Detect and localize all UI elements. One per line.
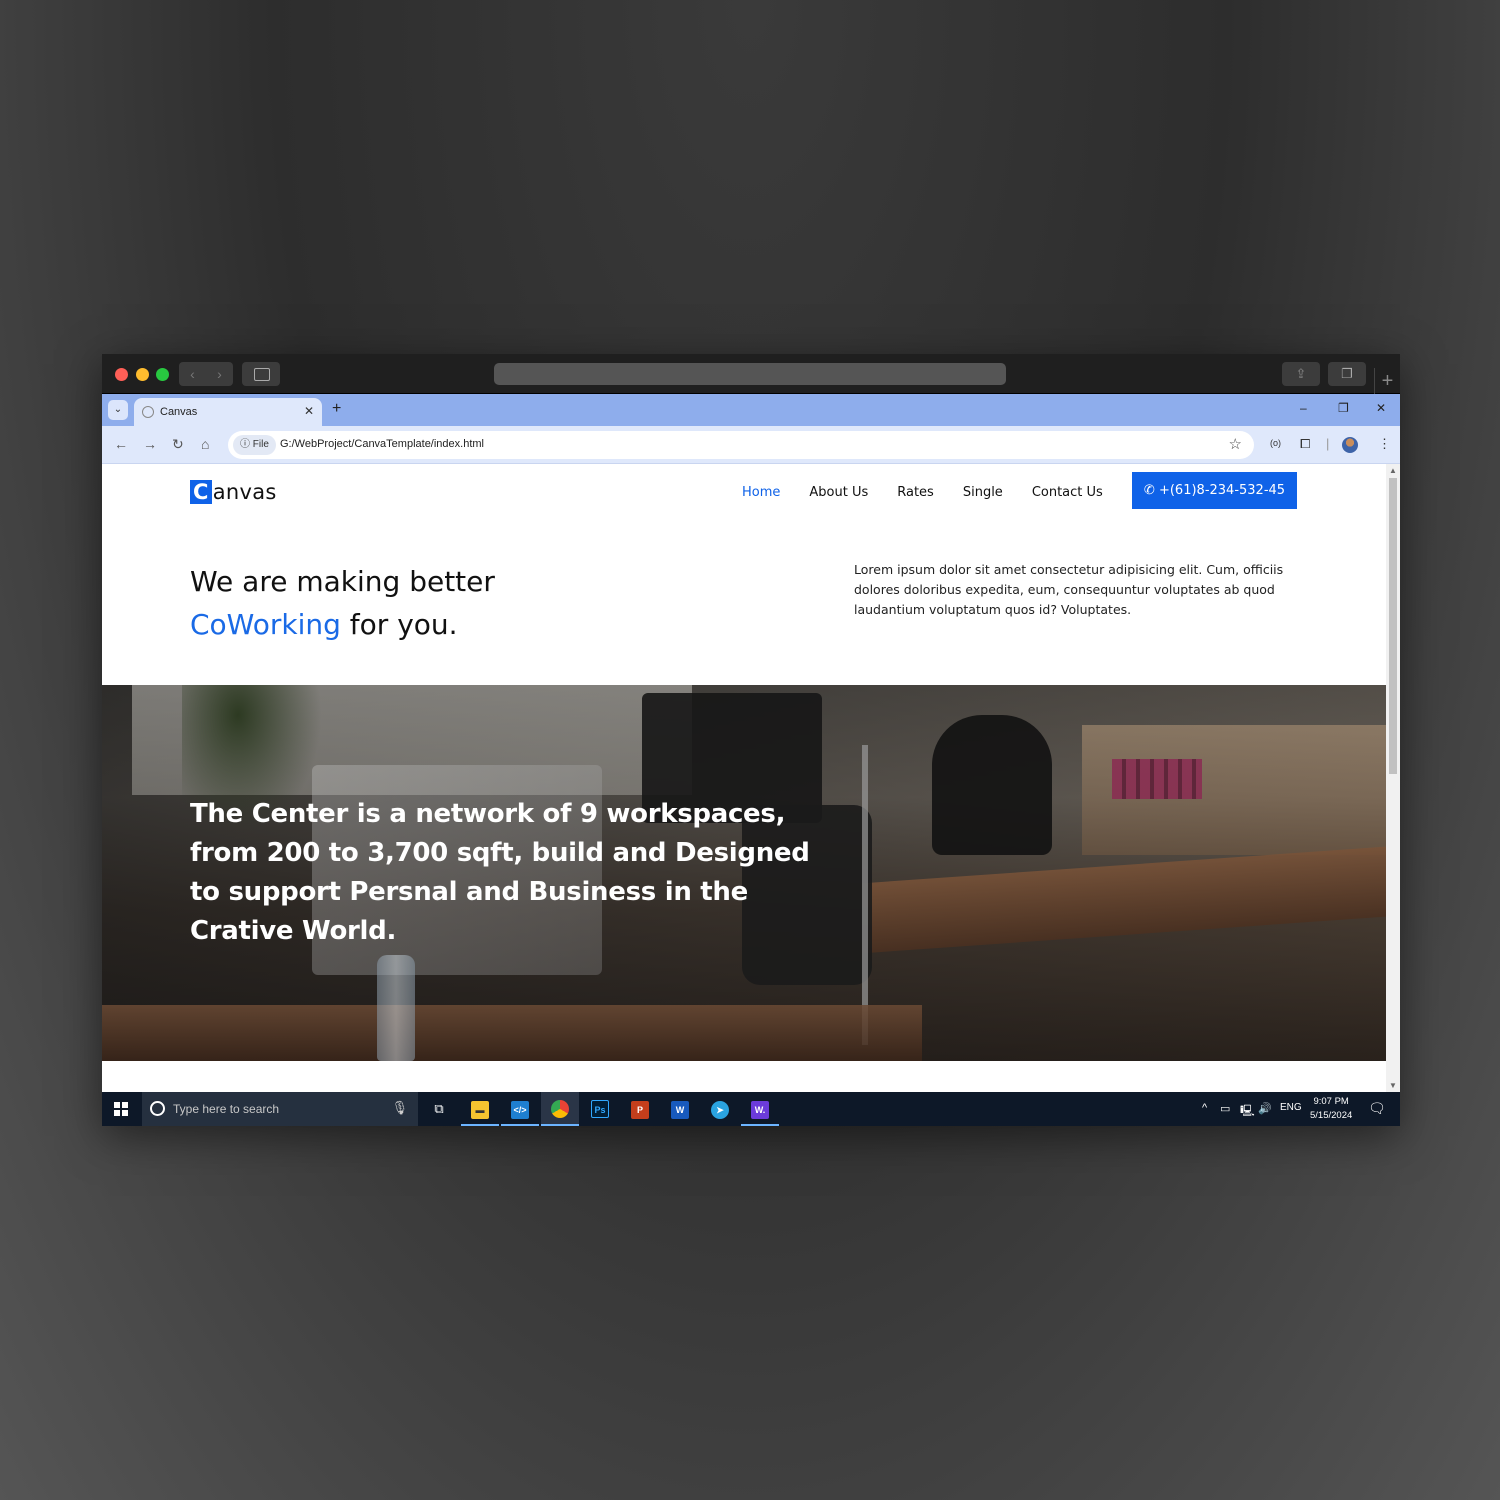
url-text[interactable]: G:/WebProject/CanvaTemplate/index.html	[280, 438, 484, 450]
share-icon[interactable]: ⇪	[1282, 362, 1320, 386]
taskbar-clock[interactable]: 9:07 PM 5/15/2024	[1310, 1095, 1352, 1123]
minimize-window-icon[interactable]	[136, 368, 149, 381]
banner-desk-right	[862, 846, 1386, 954]
powerpoint-icon[interactable]: P	[621, 1092, 659, 1126]
windows-start-icon[interactable]	[114, 1102, 128, 1116]
chrome-tab-strip: ⌄ Canvas ✕ + – ❐ ✕	[102, 394, 1400, 426]
menu-kebab-icon[interactable]: ⋮	[1378, 436, 1391, 452]
hero-line1: We are making better	[190, 565, 495, 598]
mac-toolbar: ‹ › ⇪ ❐ +	[102, 354, 1400, 394]
new-tab-plus-icon[interactable]: +	[332, 400, 341, 418]
extensions-icon[interactable]: ⧠	[1300, 436, 1310, 452]
nav-single[interactable]: Single	[963, 485, 1003, 500]
photoshop-icon[interactable]: Ps	[581, 1092, 619, 1126]
page-viewport: Canvas Home About Us Rates Single Contac…	[102, 464, 1400, 1092]
taskbar-search[interactable]: Type here to search 🎙	[142, 1092, 418, 1126]
page-scrollbar[interactable]: ▲ ▼	[1386, 464, 1400, 1092]
forward-icon[interactable]: ›	[206, 362, 233, 386]
back-icon[interactable]: ‹	[179, 362, 206, 386]
telegram-icon[interactable]: ➤	[701, 1092, 739, 1126]
tab-search-icon[interactable]: ⌄	[108, 400, 128, 420]
scroll-thumb[interactable]	[1389, 478, 1397, 774]
nav-home[interactable]: Home	[742, 485, 780, 500]
vscode-icon[interactable]: </>	[501, 1092, 539, 1126]
hero-description: Lorem ipsum dolor sit amet consectetur a…	[854, 562, 1284, 617]
cast-icon[interactable]: (o)	[1270, 438, 1281, 448]
bookmark-star-icon[interactable]: ☆	[1229, 435, 1242, 453]
phone-button[interactable]: ✆ +(61)8-234-532-45	[1132, 472, 1297, 509]
banner-person	[932, 715, 1052, 855]
hero-line2: for you.	[340, 608, 458, 641]
microphone-icon[interactable]: 🎙	[391, 1100, 408, 1116]
clock-time: 9:07 PM	[1313, 1096, 1349, 1107]
phone-icon: ✆	[1143, 483, 1155, 498]
volume-icon[interactable]: 🔊	[1258, 1102, 1272, 1115]
nav-contact-us[interactable]: Contact Us	[1032, 485, 1103, 500]
hero-banner-image: The Center is a network of 9 workspaces,…	[102, 685, 1386, 1061]
tab-canvas[interactable]: Canvas ✕	[134, 398, 322, 426]
nav-about-us[interactable]: About Us	[809, 485, 868, 500]
divider: |	[1326, 436, 1330, 451]
close-icon[interactable]: ✕	[1376, 401, 1386, 415]
close-tab-icon[interactable]: ✕	[304, 404, 314, 418]
taskbar-search-placeholder: Type here to search	[173, 1102, 280, 1116]
main-nav: Home About Us Rates Single Contact Us	[742, 474, 1132, 510]
tab-title: Canvas	[160, 406, 198, 418]
mac-nav-buttons: ‹ ›	[179, 362, 233, 386]
globe-icon	[142, 406, 154, 418]
new-tab-icon[interactable]: +	[1374, 368, 1400, 394]
logo-text: anvas	[212, 480, 277, 504]
close-window-icon[interactable]	[115, 368, 128, 381]
site-logo[interactable]: Canvas	[190, 480, 277, 504]
banner-desk-front	[102, 1005, 922, 1061]
clock-date: 5/15/2024	[1310, 1110, 1353, 1121]
forward-arrow-icon[interactable]: →	[143, 436, 157, 452]
banner-lamp	[862, 745, 868, 1045]
logo-initial: C	[190, 480, 212, 504]
omnibox[interactable]: ⓘ File G:/WebProject/CanvaTemplate/index…	[228, 431, 1254, 459]
task-view-icon[interactable]: ⧉	[420, 1092, 458, 1126]
sidebar-toggle-icon[interactable]	[242, 362, 280, 386]
webflow-icon[interactable]: W.	[741, 1092, 779, 1126]
chrome-icon[interactable]	[541, 1092, 579, 1126]
minimize-icon[interactable]: –	[1300, 401, 1307, 415]
file-explorer-icon[interactable]: ▬	[461, 1092, 499, 1126]
home-icon[interactable]: ⌂	[201, 436, 209, 452]
scroll-down-icon[interactable]: ▼	[1389, 1081, 1397, 1090]
banner-bottle	[377, 955, 415, 1061]
tray-chevron-icon[interactable]: ^	[1202, 1102, 1207, 1114]
mac-window: ‹ › ⇪ ❐ + ⌄ Canvas ✕ + – ❐ ✕ ← → ↻ ⌂ ⓘ F…	[102, 354, 1400, 1126]
cortana-icon	[150, 1101, 165, 1116]
notification-center-icon[interactable]: 🗨	[1368, 1100, 1386, 1117]
word-icon[interactable]: W	[661, 1092, 699, 1126]
windows-taskbar: Type here to search 🎙 ⧉ ▬ </> Ps P W ➤ W…	[102, 1092, 1400, 1126]
hero-accent: CoWorking	[190, 608, 341, 641]
mac-address-bar[interactable]	[494, 363, 1006, 385]
restore-icon[interactable]: ❐	[1338, 401, 1349, 415]
site-info-chip[interactable]: ⓘ File	[233, 435, 276, 455]
phone-number: +(61)8-234-532-45	[1158, 483, 1286, 498]
language-indicator[interactable]: ENG	[1280, 1102, 1302, 1113]
tab-overview-icon[interactable]: ❐	[1328, 362, 1366, 386]
banner-spools	[1112, 759, 1202, 799]
banner-text: The Center is a network of 9 workspaces,…	[190, 799, 810, 946]
hero-title: We are making better CoWorking for you.	[190, 560, 495, 646]
reload-icon[interactable]: ↻	[172, 436, 184, 453]
battery-icon[interactable]: ▭	[1220, 1102, 1230, 1115]
back-arrow-icon[interactable]: ←	[114, 436, 128, 452]
site-info-label: File	[252, 439, 269, 450]
profile-avatar[interactable]	[1342, 437, 1358, 453]
scroll-up-icon[interactable]: ▲	[1389, 466, 1397, 475]
zoom-window-icon[interactable]	[156, 368, 169, 381]
network-icon[interactable]: 🖳	[1240, 1102, 1255, 1121]
nav-rates[interactable]: Rates	[897, 485, 934, 500]
website: Canvas Home About Us Rates Single Contac…	[102, 464, 1386, 1092]
chrome-address-row: ← → ↻ ⌂ ⓘ File G:/WebProject/CanvaTempla…	[102, 426, 1400, 464]
